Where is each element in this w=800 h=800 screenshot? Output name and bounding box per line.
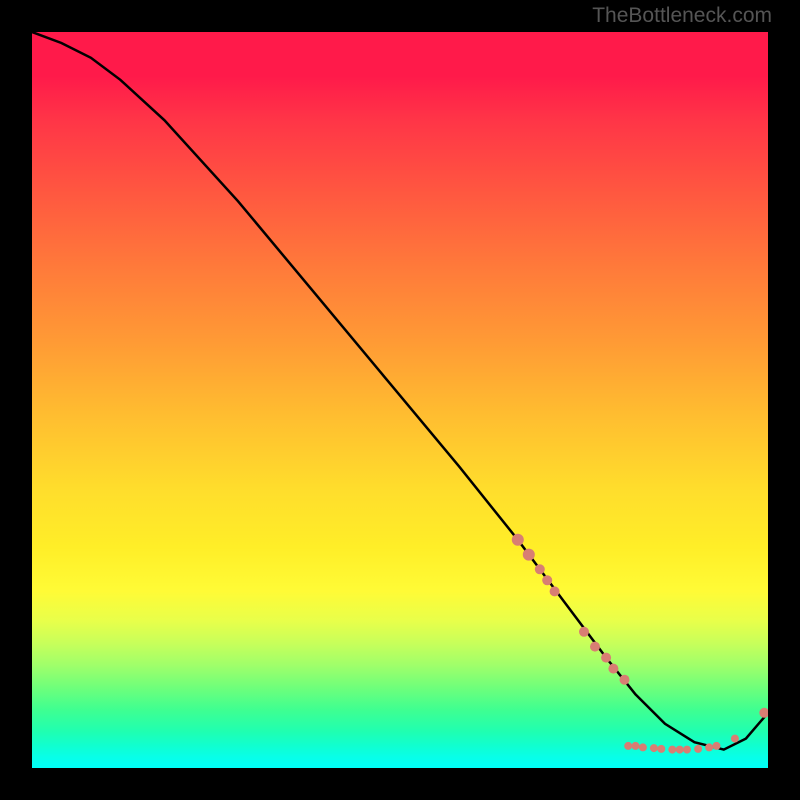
watermark-text: TheBottleneck.com <box>592 4 772 28</box>
marker-point <box>535 564 545 574</box>
marker-point <box>620 675 630 685</box>
marker-point <box>512 534 524 546</box>
marker-point <box>624 742 632 750</box>
marker-point <box>639 743 647 751</box>
marker-point <box>632 742 640 750</box>
marker-point <box>759 708 768 718</box>
marker-point <box>694 745 702 753</box>
marker-point <box>601 653 611 663</box>
marker-point <box>657 745 665 753</box>
marker-point <box>683 746 691 754</box>
marker-point <box>676 746 684 754</box>
marker-point <box>579 627 589 637</box>
marker-point <box>608 664 618 674</box>
marker-point <box>590 642 600 652</box>
data-markers <box>512 534 768 754</box>
marker-point <box>713 742 721 750</box>
marker-point <box>550 586 560 596</box>
curve-path <box>32 32 768 750</box>
chart-svg <box>32 32 768 768</box>
marker-point <box>705 743 713 751</box>
curve-line <box>32 32 768 750</box>
marker-point <box>668 746 676 754</box>
marker-point <box>542 575 552 585</box>
chart-plot-area <box>32 32 768 768</box>
marker-point <box>731 735 739 743</box>
marker-point <box>650 744 658 752</box>
marker-point <box>523 549 535 561</box>
